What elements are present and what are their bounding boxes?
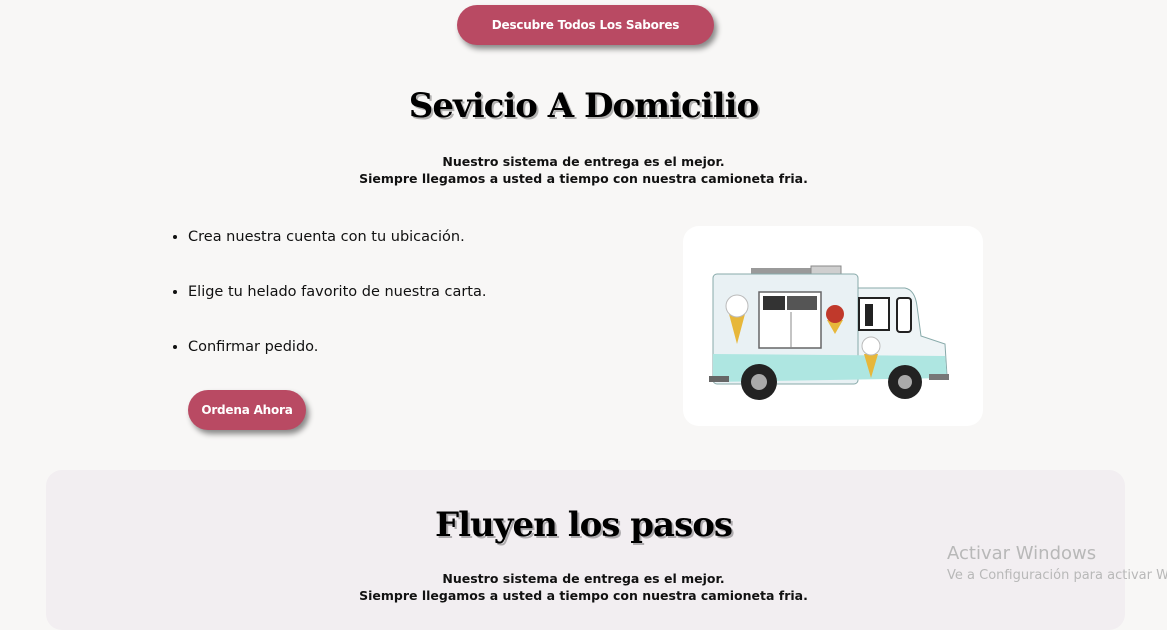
ice-cream-truck-image [709,265,949,400]
list-item: Elige tu helado favorito de nuestra cart… [188,281,486,336]
step-text: Elige tu helado favorito de nuestra cart… [188,284,487,300]
watermark-title: Activar Windows [947,543,1097,564]
list-item: Confirmar pedido. [188,336,486,391]
discover-flavors-button[interactable]: Descubre Todos Los Sabores [457,5,714,45]
flow-subtitle-line-2: Siempre llegamos a usted a tiempo con nu… [359,588,808,603]
service-subtitle: Nuestro sistema de entrega es el mejor. … [0,153,1167,187]
step-text: Crea nuestra cuenta con tu ubicación. [188,229,465,245]
delivery-steps-list: Crea nuestra cuenta con tu ubicación. El… [170,226,486,391]
windows-activation-watermark: Activar Windows Ve a Configuración para … [947,543,1167,583]
service-subtitle-line-1: Nuestro sistema de entrega es el mejor. [442,154,725,169]
truck-image-card [683,226,983,426]
flow-title: Fluyen los pasos [434,505,733,545]
service-title: Sevicio A Domicilio [408,86,759,126]
step-text: Confirmar pedido. [188,339,319,355]
list-item: Crea nuestra cuenta con tu ubicación. [188,226,486,281]
order-now-button[interactable]: Ordena Ahora [188,390,306,430]
watermark-subtitle: Ve a Configuración para activar W [947,568,1167,583]
service-subtitle-line-2: Siempre llegamos a usted a tiempo con nu… [359,171,808,186]
